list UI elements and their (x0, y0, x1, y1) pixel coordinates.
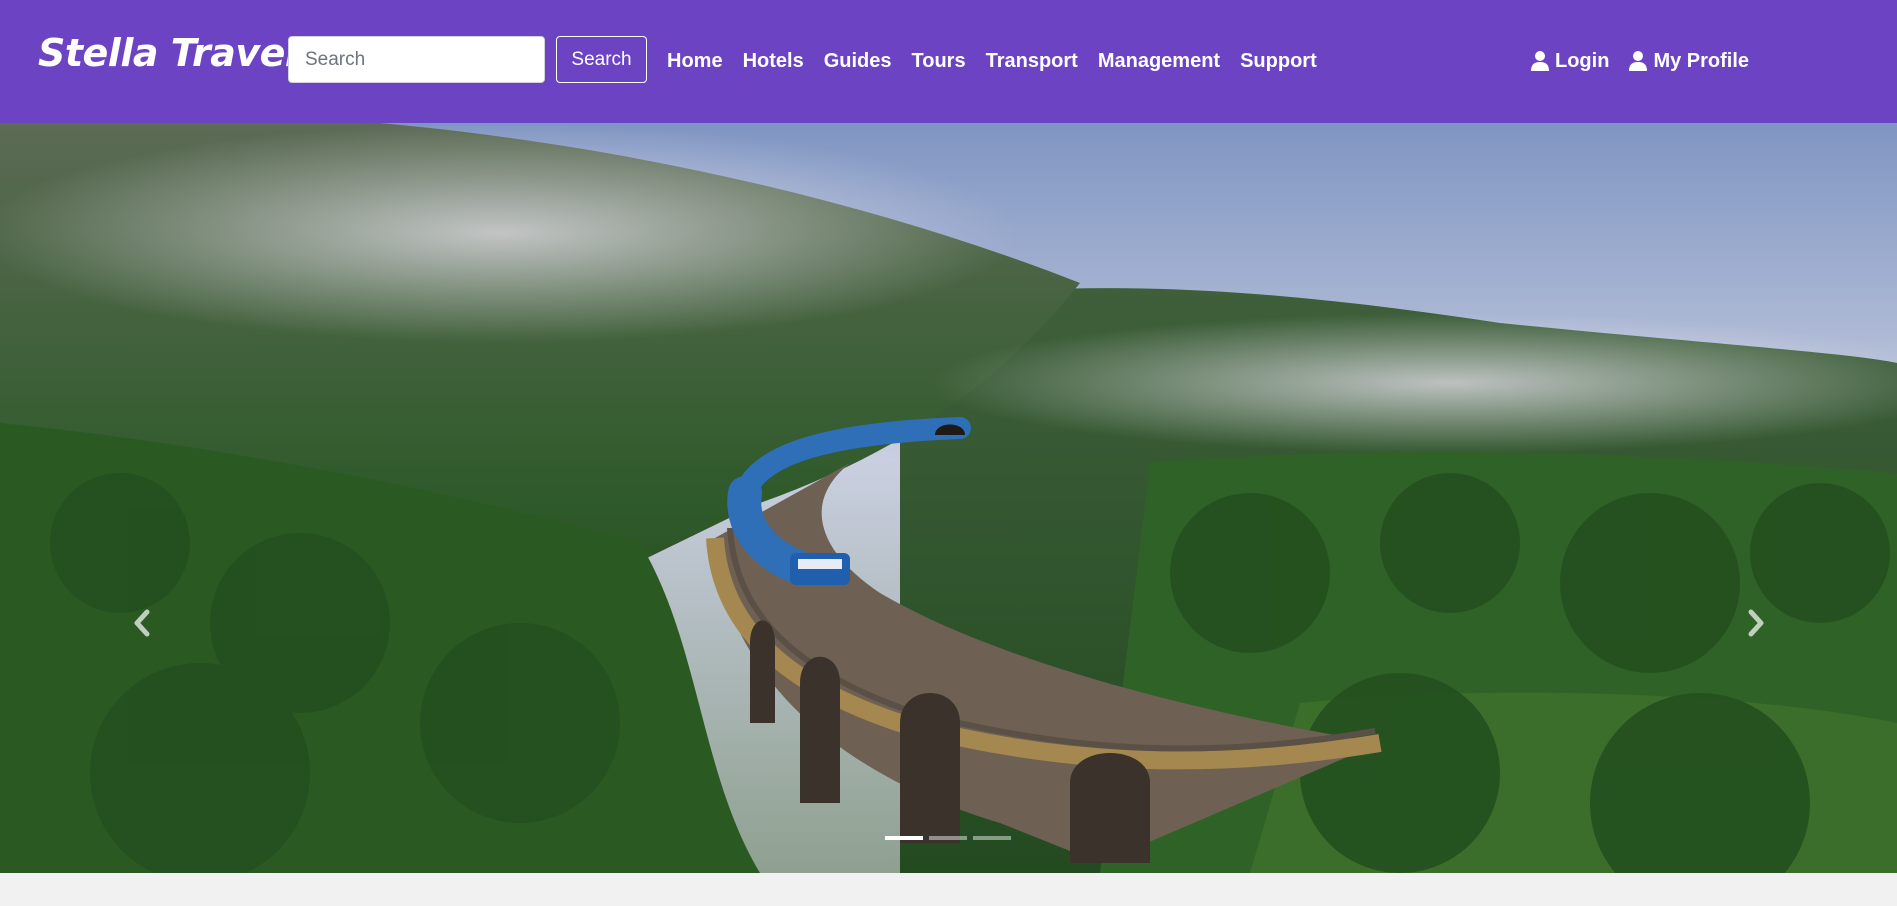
user-icon (1531, 50, 1549, 72)
search-button[interactable]: Search (556, 36, 647, 83)
carousel-indicator-2[interactable] (929, 836, 967, 840)
chevron-right-icon (1748, 609, 1764, 637)
nav-item-transport[interactable]: Transport (986, 46, 1078, 76)
account-nav: Login My Profile (1531, 46, 1749, 76)
carousel-next-button[interactable] (1736, 588, 1776, 658)
nav-item-guides[interactable]: Guides (824, 46, 892, 76)
carousel-indicators (885, 836, 1011, 840)
my-profile-link[interactable]: My Profile (1629, 46, 1749, 76)
nav-item-management[interactable]: Management (1098, 46, 1220, 76)
chevron-left-icon (134, 609, 150, 637)
my-profile-label: My Profile (1653, 50, 1750, 72)
login-link[interactable]: Login (1531, 46, 1609, 76)
main-nav: Home Hotels Guides Tours Transport Manag… (667, 46, 1317, 76)
carousel-indicator-3[interactable] (973, 836, 1011, 840)
carousel-indicator-1[interactable] (885, 836, 923, 840)
nav-item-hotels[interactable]: Hotels (743, 46, 804, 76)
carousel-prev-button[interactable] (122, 588, 162, 658)
hero-carousel (0, 123, 1897, 873)
hero-slide-image (0, 123, 1897, 873)
nav-item-tours[interactable]: Tours (912, 46, 966, 76)
nav-item-home[interactable]: Home (667, 46, 723, 76)
login-label: Login (1555, 50, 1610, 72)
user-icon (1629, 50, 1648, 72)
brand-logo[interactable]: Stella Travel (38, 34, 298, 72)
nav-item-support[interactable]: Support (1240, 46, 1317, 76)
search-input[interactable] (288, 36, 545, 83)
navbar: Stella Travel Search Home Hotels Guides … (0, 0, 1897, 123)
